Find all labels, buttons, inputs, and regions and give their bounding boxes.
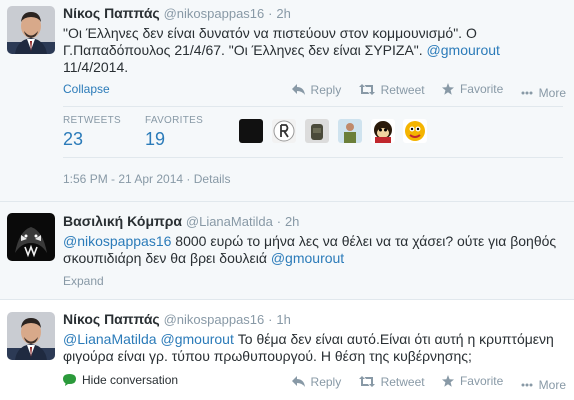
faver-avatar[interactable]: [304, 119, 329, 143]
more-button[interactable]: More: [521, 86, 566, 100]
tweet-actions: Reply Retweet Favorite More: [278, 82, 566, 100]
tweet-text-line: Γ.Παπαδόπουλος 21/4/67. "Οι Έλληνες δεν …: [63, 42, 563, 59]
favorite-label: Favorite: [459, 82, 504, 96]
reply-button[interactable]: Reply: [291, 374, 342, 389]
retweets-count: 23: [63, 129, 84, 149]
retweet-icon: [358, 84, 375, 95]
tweet-text-fragment: Γ.Παπαδόπουλος 21/4/67. "Οι Έλληνες δεν …: [63, 42, 427, 58]
tweet-time[interactable]: 2h: [276, 6, 290, 21]
tweet-timestamp[interactable]: 1:56 PM - 21 Apr 2014: [63, 172, 183, 186]
avatar[interactable]: [7, 213, 55, 261]
tweet-time[interactable]: 2h: [285, 214, 299, 229]
retweet-icon: [358, 376, 375, 387]
faver-avatar[interactable]: [239, 119, 263, 143]
mention-link[interactable]: @gmourout: [271, 250, 344, 266]
tweet-text-line: @LianaMatilda @gmourout Το θέμα δεν είνα…: [63, 331, 563, 348]
reply-button[interactable]: Reply: [291, 82, 342, 97]
fullname[interactable]: Νίκος Παππάς: [63, 311, 160, 327]
tweet-meta: 1:56 PM - 21 Apr 2014 · Details: [63, 172, 230, 186]
tweet-text: "Οι Έλληνες δεν είναι δυνατόν να πιστεύο…: [63, 25, 563, 76]
separator-dot: ·: [268, 6, 273, 21]
tweet-text-line: "Οι Έλληνες δεν είναι δυνατόν να πιστεύο…: [63, 25, 477, 41]
favorite-button[interactable]: Favorite: [441, 374, 504, 388]
tweet-text-line: σκουπιδιάρη δεν θα βρει δουλειά @gmourou…: [63, 250, 563, 267]
favoriters-avatars: [239, 119, 432, 143]
retweets-label: RETWEETS: [63, 115, 121, 126]
avatar[interactable]: [7, 312, 55, 360]
tweet-reply[interactable]: Βασιλική Κόμπρα @LianaMatilda · 2h @niko…: [0, 202, 574, 300]
reply-icon: [291, 84, 305, 95]
tweet-text-fragment: Το θέμα δεν είναι αυτό.Είναι ότι αυτή η …: [233, 331, 554, 347]
tweet-text-fragment: σκουπιδιάρη δεν θα βρει δουλειά: [63, 250, 271, 266]
separator-dot: ·: [276, 214, 282, 229]
retweet-button[interactable]: Retweet: [358, 82, 425, 97]
favorite-label: Favorite: [459, 374, 504, 388]
more-label: More: [538, 86, 566, 100]
retweet-button[interactable]: Retweet: [358, 374, 425, 389]
hide-conversation-label: Hide conversation: [82, 373, 179, 387]
separator-dot: ·: [268, 312, 273, 327]
tweet-header: Νίκος Παππάς @nikospappas16 · 2h: [63, 5, 291, 21]
username[interactable]: @LianaMatilda: [186, 214, 273, 229]
more-dots-icon: [521, 383, 533, 387]
favorites-stat[interactable]: FAVORITES 19: [145, 115, 203, 150]
faver-avatar[interactable]: [370, 119, 395, 143]
reply-icon: [291, 376, 305, 387]
tweet-header: Βασιλική Κόμπρα @LianaMatilda · 2h: [63, 213, 299, 229]
more-button[interactable]: More: [521, 378, 566, 392]
mention-link[interactable]: @gmourout: [427, 42, 500, 58]
more-label: More: [538, 378, 566, 392]
fullname[interactable]: Νίκος Παππάς: [63, 5, 160, 21]
more-dots-icon: [521, 91, 533, 95]
tweet-reply[interactable]: Νίκος Παππάς @nikospappas16 · 1h @LianaM…: [0, 300, 574, 400]
tweet-text-fragment: 8000 ευρώ το μήνα λες να θέλει να τα χάσ…: [171, 233, 557, 249]
tweet-time[interactable]: 1h: [276, 312, 290, 327]
username[interactable]: @nikospappas16: [164, 6, 265, 21]
separator-dot: ·: [186, 172, 191, 186]
retweet-label: Retweet: [380, 82, 425, 97]
mention-link[interactable]: @gmourout: [161, 331, 234, 347]
retweet-label: Retweet: [380, 374, 425, 389]
faver-avatar[interactable]: [403, 119, 428, 143]
tweet-text-line: @nikospappas16 8000 ευρώ το μήνα λες να …: [63, 233, 563, 250]
tweet-expanded[interactable]: Νίκος Παππάς @nikospappas16 · 2h "Οι Έλλ…: [0, 0, 574, 202]
conversation-bubble-icon: [63, 374, 76, 386]
mention-link[interactable]: @LianaMatilda: [63, 331, 157, 347]
favorites-label: FAVORITES: [145, 115, 204, 126]
tweet-text: @LianaMatilda @gmourout Το θέμα δεν είνα…: [63, 331, 563, 365]
reply-label: Reply: [310, 374, 342, 389]
tweet-text-line: φιγούρα είναι γρ. τύπου πρωθυπουργού. Η …: [63, 348, 472, 364]
retweets-stat[interactable]: RETWEETS 23: [63, 115, 121, 150]
favorite-button[interactable]: Favorite: [441, 82, 504, 96]
username[interactable]: @nikospappas16: [164, 312, 265, 327]
reply-label: Reply: [310, 82, 342, 97]
tweet-stats: RETWEETS 23 FAVORITES 19: [63, 106, 563, 158]
expand-link[interactable]: Expand: [63, 274, 104, 288]
tweet-actions: Reply Retweet Favorite More: [278, 374, 566, 392]
collapse-link[interactable]: Collapse: [63, 82, 110, 96]
favorite-star-icon: [441, 83, 454, 95]
tweet-header: Νίκος Παππάς @nikospappas16 · 1h: [63, 311, 291, 327]
tweet-text: @nikospappas16 8000 ευρώ το μήνα λες να …: [63, 233, 563, 267]
favorite-star-icon: [441, 375, 454, 387]
favorites-count: 19: [145, 129, 166, 149]
faver-avatar[interactable]: [271, 119, 296, 143]
hide-conversation-link[interactable]: Hide conversation: [63, 373, 178, 387]
tweet-text-line: 11/4/2014.: [63, 59, 129, 75]
fullname[interactable]: Βασιλική Κόμπρα: [63, 213, 182, 229]
details-link[interactable]: Details: [194, 172, 231, 186]
faver-avatar[interactable]: [337, 119, 362, 143]
mention-link[interactable]: @nikospappas16: [63, 233, 171, 249]
avatar[interactable]: [7, 6, 55, 54]
